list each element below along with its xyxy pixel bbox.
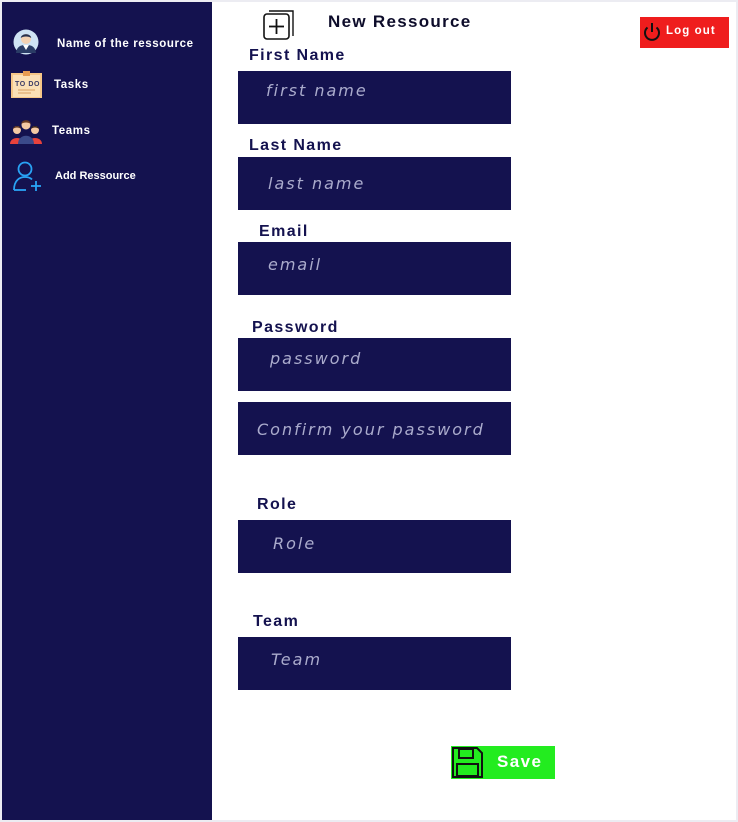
last-name-label: Last Name (249, 137, 343, 154)
sidebar-item-profile[interactable]: Name of the ressource (2, 28, 214, 58)
logout-label: Log out (666, 25, 716, 37)
team-label: Team (253, 613, 300, 630)
sidebar-item-label: Name of the ressource (57, 38, 194, 50)
sidebar-item-label: Tasks (54, 79, 89, 91)
sidebar-item-teams[interactable]: Teams (2, 116, 214, 146)
add-user-icon (13, 161, 41, 191)
team-people-icon (10, 120, 42, 144)
page-title: New Ressource (328, 12, 472, 31)
sidebar-item-label: Teams (52, 125, 91, 137)
logout-button[interactable]: Log out (640, 17, 729, 48)
last-name-input[interactable] (238, 157, 511, 210)
role-input[interactable] (238, 520, 511, 573)
svg-text:TO DO: TO DO (15, 81, 40, 88)
save-button[interactable]: Save (451, 746, 555, 779)
sidebar-item-label: Add Ressource (55, 170, 136, 182)
password-input[interactable] (238, 338, 511, 391)
sidebar-item-tasks[interactable]: TO DO Tasks (2, 70, 214, 100)
save-label: Save (497, 752, 543, 771)
confirm-password-input[interactable] (238, 402, 511, 455)
first-name-label: First Name (249, 47, 346, 64)
todo-note-icon: TO DO (11, 71, 42, 98)
power-icon (644, 23, 660, 41)
add-document-icon (263, 10, 294, 40)
email-label: Email (259, 223, 309, 240)
first-name-input[interactable] (238, 71, 511, 124)
email-input[interactable] (238, 242, 511, 295)
team-input[interactable] (238, 637, 511, 690)
floppy-disk-icon (452, 747, 483, 778)
sidebar-item-add-ressource[interactable]: Add Ressource (2, 158, 214, 192)
user-avatar-icon (13, 29, 39, 55)
sidebar: Name of the ressource TO DO Tasks Teams (0, 0, 212, 822)
password-label: Password (252, 319, 339, 336)
role-label: Role (257, 496, 298, 513)
